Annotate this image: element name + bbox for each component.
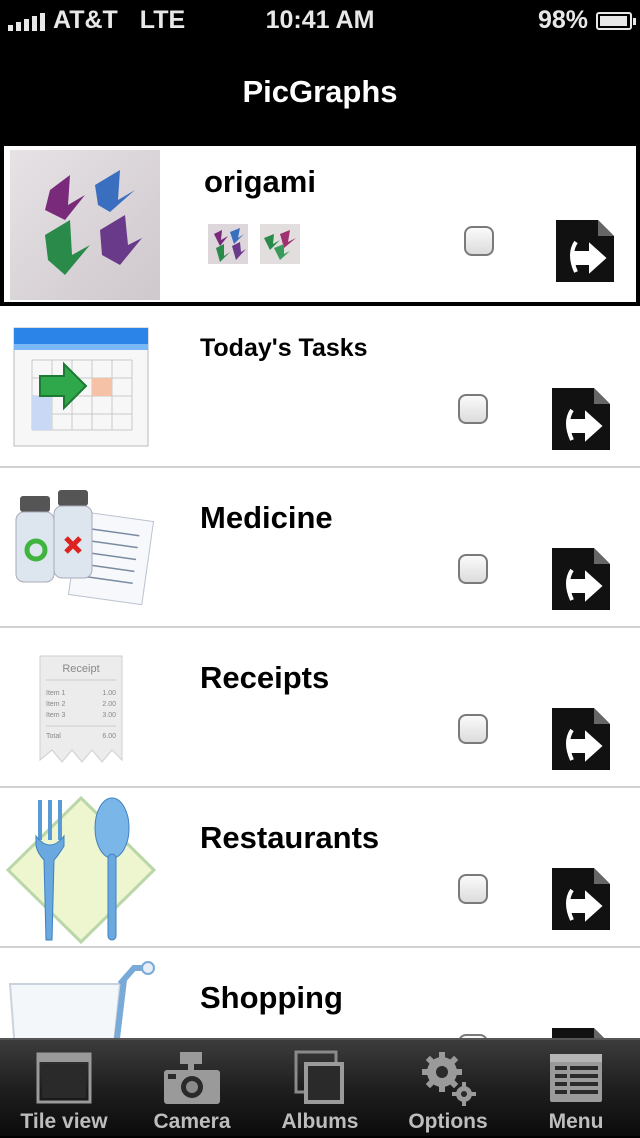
album-list: origami Today's Tasks Medicine Receipt I… [0, 142, 640, 1040]
receipt-line-label: Item 2 [46, 701, 66, 708]
receipt-line-label: Item 1 [46, 690, 66, 697]
receipt-total-value: 6.00 [102, 733, 116, 740]
tab-bar: Tile view Camera Albums Options Menu [0, 1038, 640, 1136]
tab-label: Camera [153, 1110, 231, 1133]
tab-label: Albums [281, 1110, 359, 1133]
item-title: origami [204, 164, 316, 199]
receipt-line-label: Item 3 [46, 712, 66, 719]
menu-icon [550, 1054, 602, 1102]
item-title: Today's Tasks [200, 334, 368, 362]
page-title: PicGraphs [242, 74, 398, 109]
export-icon[interactable] [552, 548, 610, 610]
item-title: Medicine [200, 500, 333, 535]
export-icon[interactable] [556, 220, 614, 282]
tab-label: Options [408, 1110, 488, 1133]
battery-icon [596, 11, 636, 30]
select-checkbox[interactable] [458, 714, 488, 744]
list-item-shopping[interactable]: Shopping [0, 948, 640, 1040]
select-checkbox[interactable] [464, 226, 494, 256]
export-icon[interactable] [552, 708, 610, 770]
list-item-restaurants[interactable]: Restaurants [0, 788, 640, 948]
tab-label: Tile view [20, 1110, 108, 1133]
calendar-icon [13, 327, 149, 447]
shopping-cart-icon [8, 961, 155, 1040]
gears-icon [422, 1052, 476, 1106]
select-checkbox[interactable] [458, 874, 488, 904]
list-item-origami[interactable]: origami [0, 142, 640, 306]
photo-thumbnail[interactable] [260, 224, 300, 264]
item-title: Receipts [200, 660, 330, 695]
albums-icon [294, 1050, 344, 1104]
export-icon[interactable] [552, 868, 610, 930]
receipt-header: Receipt [62, 663, 99, 675]
camera-icon [164, 1052, 220, 1104]
item-title: Restaurants [200, 820, 380, 855]
battery-percentage: 98% [537, 6, 588, 34]
select-checkbox[interactable] [458, 394, 488, 424]
fork-spoon-icon [5, 795, 157, 945]
select-checkbox[interactable] [458, 554, 488, 584]
medicine-icon [15, 490, 154, 606]
list-item-todays-tasks[interactable]: Today's Tasks [0, 308, 640, 468]
tab-options[interactable]: Options [384, 1040, 512, 1138]
photo-thumbnail[interactable] [208, 224, 248, 264]
export-icon[interactable] [552, 388, 610, 450]
status-bar: AT&T LTE 10:41 AM 98% [0, 0, 640, 40]
list-item-receipts[interactable]: Receipt Item 1 1.00 Item 2 2.00 Item 3 3… [0, 628, 640, 788]
receipt-line-value: 3.00 [102, 712, 116, 719]
origami-photo [10, 150, 160, 300]
receipt-icon: Receipt Item 1 1.00 Item 2 2.00 Item 3 3… [39, 655, 123, 763]
tile-view-icon [36, 1052, 92, 1104]
tab-tile-view[interactable]: Tile view [0, 1040, 128, 1138]
item-title: Shopping [200, 980, 343, 1015]
receipt-line-value: 1.00 [102, 690, 116, 697]
tab-albums[interactable]: Albums [256, 1040, 384, 1138]
receipt-total-label: Total [46, 733, 61, 740]
list-item-medicine[interactable]: Medicine [0, 468, 640, 628]
receipt-line-value: 2.00 [102, 701, 116, 708]
tab-camera[interactable]: Camera [128, 1040, 256, 1138]
tab-menu[interactable]: Menu [512, 1040, 640, 1138]
navigation-bar: PicGraphs [0, 40, 640, 142]
tab-label: Menu [548, 1110, 604, 1133]
